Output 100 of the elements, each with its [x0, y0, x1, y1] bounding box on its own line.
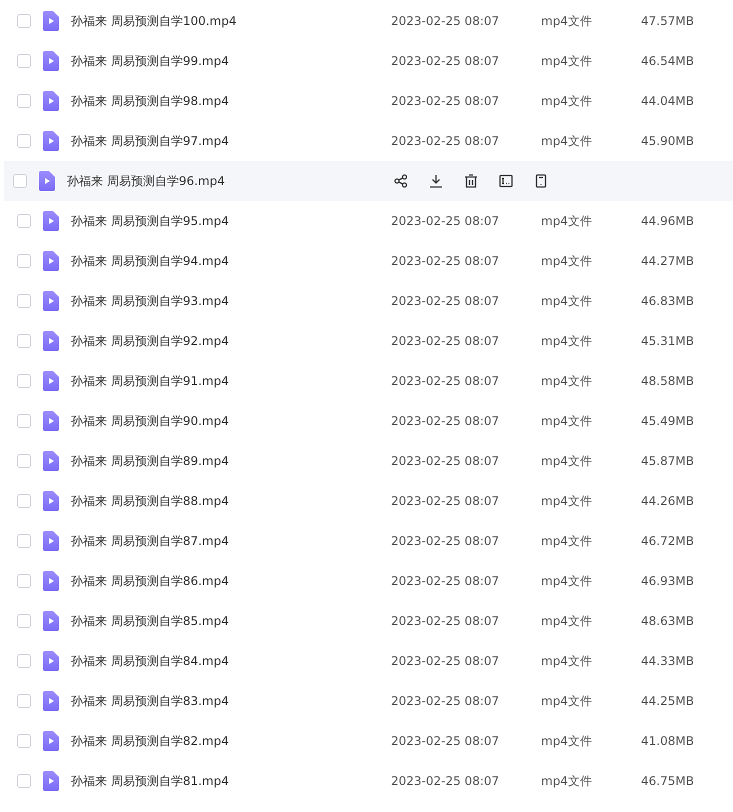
video-file-icon — [43, 691, 59, 711]
checkbox[interactable] — [17, 694, 31, 708]
file-type: mp4文件 — [541, 52, 593, 70]
file-type: mp4文件 — [541, 12, 593, 30]
checkbox[interactable] — [17, 734, 31, 748]
checkbox[interactable] — [17, 54, 31, 68]
file-type: mp4文件 — [541, 372, 593, 390]
phone-icon[interactable] — [534, 174, 548, 188]
file-type: mp4文件 — [541, 292, 593, 310]
file-name[interactable]: 孙福来 周易预测自学85.mp4 — [71, 612, 391, 630]
checkbox[interactable] — [17, 294, 31, 308]
modified-date: 2023-02-25 08:07 — [391, 574, 500, 588]
checkbox[interactable] — [17, 574, 31, 588]
file-name[interactable]: 孙福来 周易预测自学91.mp4 — [71, 372, 391, 390]
checkbox[interactable] — [17, 134, 31, 148]
video-file-icon — [39, 171, 55, 191]
checkbox[interactable] — [17, 534, 31, 548]
file-name[interactable]: 孙福来 周易预测自学94.mp4 — [71, 252, 391, 270]
modified-date: 2023-02-25 08:07 — [391, 134, 500, 148]
video-file-icon — [43, 291, 59, 311]
modified-date: 2023-02-25 08:07 — [391, 374, 500, 388]
file-name[interactable]: 孙福来 周易预测自学86.mp4 — [71, 572, 391, 590]
file-name[interactable]: 孙福来 周易预测自学96.mp4 — [67, 172, 387, 190]
file-name[interactable]: 孙福来 周易预测自学84.mp4 — [71, 652, 391, 670]
video-file-icon — [43, 571, 59, 591]
file-type: mp4文件 — [541, 652, 593, 670]
file-name[interactable]: 孙福来 周易预测自学99.mp4 — [71, 52, 391, 70]
file-type: mp4文件 — [541, 572, 593, 590]
file-name[interactable]: 孙福来 周易预测自学97.mp4 — [71, 132, 391, 150]
video-file-icon — [43, 131, 59, 151]
file-name[interactable]: 孙福来 周易预测自学90.mp4 — [71, 412, 391, 430]
file-size: 41.08MB — [641, 734, 694, 748]
modified-date: 2023-02-25 08:07 — [391, 734, 500, 748]
checkbox[interactable] — [17, 374, 31, 388]
checkbox[interactable] — [13, 174, 27, 188]
delete-icon[interactable] — [464, 174, 478, 188]
file-size: 46.93MB — [641, 574, 694, 588]
video-file-icon — [43, 251, 59, 271]
video-file-icon — [43, 451, 59, 471]
video-file-icon — [43, 91, 59, 111]
file-name[interactable]: 孙福来 周易预测自学88.mp4 — [71, 492, 391, 510]
file-size: 44.96MB — [641, 214, 694, 228]
file-name[interactable]: 孙福来 周易预测自学83.mp4 — [71, 692, 391, 710]
file-type: mp4文件 — [541, 212, 593, 230]
file-type: mp4文件 — [541, 532, 593, 550]
modified-date: 2023-02-25 08:07 — [391, 294, 500, 308]
rename-icon[interactable] — [499, 174, 513, 188]
download-icon[interactable] — [429, 174, 443, 188]
modified-date: 2023-02-25 08:07 — [391, 774, 500, 788]
checkbox[interactable] — [17, 214, 31, 228]
file-name[interactable]: 孙福来 周易预测自学81.mp4 — [71, 772, 391, 790]
file-name[interactable]: 孙福来 周易预测自学93.mp4 — [71, 292, 391, 310]
checkbox[interactable] — [17, 454, 31, 468]
video-file-icon — [43, 331, 59, 351]
file-size: 45.49MB — [641, 414, 694, 428]
file-size: 44.25MB — [641, 694, 694, 708]
file-size: 44.33MB — [641, 654, 694, 668]
file-size: 44.26MB — [641, 494, 694, 508]
file-size: 44.27MB — [641, 254, 694, 268]
file-type: mp4文件 — [541, 612, 593, 630]
checkbox[interactable] — [17, 414, 31, 428]
modified-date: 2023-02-25 08:07 — [391, 414, 500, 428]
video-file-icon — [43, 531, 59, 551]
file-size: 44.04MB — [641, 94, 694, 108]
file-name[interactable]: 孙福来 周易预测自学87.mp4 — [71, 532, 391, 550]
video-file-icon — [43, 51, 59, 71]
video-file-icon — [43, 611, 59, 631]
file-row-highlight[interactable]: 孙福来 周易预测自学96.mp4 — [4, 161, 733, 201]
modified-date: 2023-02-25 08:07 — [391, 334, 500, 348]
file-type: mp4文件 — [541, 332, 593, 350]
file-size: 47.57MB — [641, 14, 694, 28]
file-size: 45.31MB — [641, 334, 694, 348]
modified-date: 2023-02-25 08:07 — [391, 54, 500, 68]
modified-date: 2023-02-25 08:07 — [391, 534, 500, 548]
file-name[interactable]: 孙福来 周易预测自学92.mp4 — [71, 332, 391, 350]
checkbox[interactable] — [17, 254, 31, 268]
file-type: mp4文件 — [541, 132, 593, 150]
checkbox[interactable] — [17, 94, 31, 108]
checkbox[interactable] — [17, 614, 31, 628]
checkbox[interactable] — [17, 14, 31, 28]
modified-date: 2023-02-25 08:07 — [391, 214, 500, 228]
file-type: mp4文件 — [541, 252, 593, 270]
file-name[interactable]: 孙福来 周易预测自学95.mp4 — [71, 212, 391, 230]
file-type: mp4文件 — [541, 412, 593, 430]
checkbox[interactable] — [17, 494, 31, 508]
modified-date: 2023-02-25 08:07 — [391, 494, 500, 508]
file-name[interactable]: 孙福来 周易预测自学82.mp4 — [71, 732, 391, 750]
file-type: mp4文件 — [541, 92, 593, 110]
modified-date: 2023-02-25 08:07 — [391, 454, 500, 468]
file-name[interactable]: 孙福来 周易预测自学100.mp4 — [71, 12, 391, 30]
file-type: mp4文件 — [541, 692, 593, 710]
checkbox[interactable] — [17, 774, 31, 788]
share-icon[interactable] — [394, 174, 408, 188]
checkbox[interactable] — [17, 654, 31, 668]
video-file-icon — [43, 11, 59, 31]
checkbox[interactable] — [17, 334, 31, 348]
modified-date: 2023-02-25 08:07 — [391, 254, 500, 268]
file-name[interactable]: 孙福来 周易预测自学98.mp4 — [71, 92, 391, 110]
file-type: mp4文件 — [541, 452, 593, 470]
file-name[interactable]: 孙福来 周易预测自学89.mp4 — [71, 452, 391, 470]
